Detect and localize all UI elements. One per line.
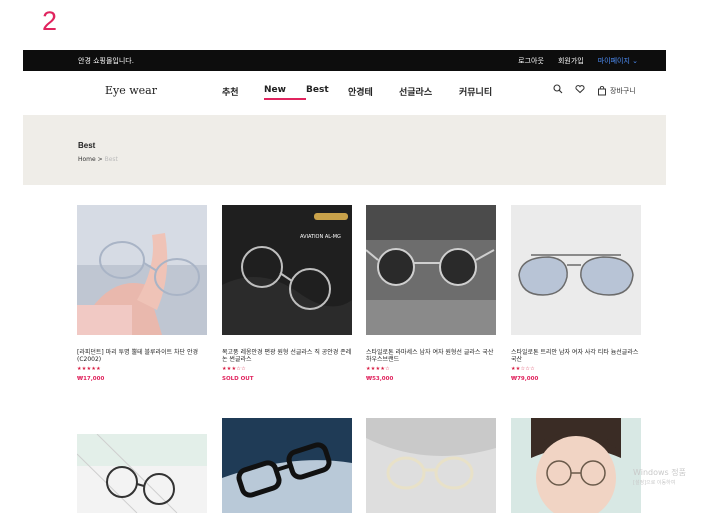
category-menu: 추천 New Best 안경테 선글라스 커뮤니티 bbox=[222, 85, 509, 100]
product-name[interactable]: 스타일로톤 트리안 남자 여자 사각 티타 늄선글라스 국산 bbox=[511, 349, 641, 363]
product-card[interactable] bbox=[511, 418, 641, 513]
logout-link[interactable]: 로그아웃 bbox=[518, 56, 544, 66]
product-card[interactable]: 스타일로톤 트리안 남자 여자 사각 티타 늄선글라스 국산 ★★☆☆☆ ₩79… bbox=[511, 205, 641, 382]
mypage-link[interactable]: 마이페이지 ⌄ bbox=[598, 56, 638, 66]
watermark-subtitle: [설정]으로 이동하여 bbox=[633, 480, 676, 486]
product-image[interactable] bbox=[77, 205, 207, 335]
product-image[interactable] bbox=[511, 205, 641, 335]
product-image[interactable] bbox=[222, 418, 352, 513]
top-notice-bar: 안경 쇼핑몰입니다. 로그아웃 회원가입 마이페이지 ⌄ bbox=[23, 50, 666, 71]
product-price: ₩17,000 bbox=[77, 376, 105, 382]
page-title: Best bbox=[78, 141, 96, 150]
breadcrumb-current: Best bbox=[104, 156, 118, 163]
product-image[interactable] bbox=[366, 418, 496, 513]
product-price: ₩53,000 bbox=[366, 376, 394, 382]
product-card[interactable] bbox=[222, 418, 352, 513]
product-image[interactable] bbox=[77, 434, 207, 513]
product-card[interactable] bbox=[77, 434, 207, 513]
brand-logo[interactable]: Eye wear bbox=[105, 84, 157, 97]
product-card[interactable]: 스타일로톤 라마세스 남자 여자 원형선 글라스 국산 하우스브랜드 ★★★★☆… bbox=[366, 205, 496, 382]
cart-button[interactable]: 장바구니 bbox=[597, 84, 636, 97]
nav-item-community[interactable]: 커뮤니티 bbox=[459, 85, 509, 100]
search-icon[interactable] bbox=[553, 84, 563, 97]
rating-stars: ★★★★☆ bbox=[366, 366, 390, 372]
svg-text:AVIATION AL-MG: AVIATION AL-MG bbox=[300, 234, 341, 240]
main-navigation: Eye wear 추천 New Best 안경테 선글라스 커뮤니티 장바구니 bbox=[23, 71, 666, 111]
product-name[interactable]: 스타일로톤 라마세스 남자 여자 원형선 글라스 국산 하우스브랜드 bbox=[366, 349, 496, 363]
product-card[interactable]: [라피던트] 마리 투명 뿔테 블루라이트 차단 안경 (C2002) ★★★★… bbox=[77, 205, 207, 382]
cart-label: 장바구니 bbox=[610, 86, 636, 95]
product-name[interactable]: 복고풍 레옹안경 편광 원형 선글라스 직 공안경 존레논 썬글라스 bbox=[222, 349, 352, 363]
watermark-title: Windows 정품 bbox=[633, 468, 686, 477]
product-image[interactable] bbox=[511, 418, 641, 513]
product-price: ₩79,000 bbox=[511, 376, 539, 382]
nav-item-best[interactable]: Best bbox=[306, 85, 348, 100]
rating-stars: ★★★★★ bbox=[77, 366, 101, 372]
breadcrumb-home[interactable]: Home bbox=[78, 156, 96, 163]
product-name[interactable]: [라피던트] 마리 투명 뿔테 블루라이트 차단 안경 (C2002) bbox=[77, 349, 207, 363]
product-card[interactable] bbox=[366, 418, 496, 513]
breadcrumb-separator: > bbox=[97, 156, 103, 163]
heart-icon[interactable] bbox=[575, 84, 585, 97]
nav-item-frames[interactable]: 안경테 bbox=[348, 85, 399, 100]
bag-icon bbox=[598, 85, 606, 95]
product-image[interactable]: AVIATION AL-MG bbox=[222, 205, 352, 335]
product-card[interactable]: AVIATION AL-MG 복고풍 레옹안경 편광 원형 선글라스 직 공안경… bbox=[222, 205, 352, 382]
account-links: 로그아웃 회원가입 마이페이지 ⌄ bbox=[518, 56, 638, 66]
breadcrumb: Home > Best bbox=[78, 156, 118, 163]
signup-link[interactable]: 회원가입 bbox=[558, 56, 584, 66]
nav-item-new[interactable]: New bbox=[264, 85, 306, 100]
nav-item-sunglasses[interactable]: 선글라스 bbox=[399, 85, 459, 100]
product-image[interactable] bbox=[366, 205, 496, 335]
rating-stars: ★★☆☆☆ bbox=[511, 366, 535, 372]
windows-activation-watermark: Windows 정품 [설정]으로 이동하여 bbox=[633, 468, 686, 488]
shop-notice: 안경 쇼핑몰입니다. bbox=[78, 57, 134, 65]
page-header-banner: Best Home > Best bbox=[23, 115, 666, 185]
nav-item-recommend[interactable]: 추천 bbox=[222, 85, 264, 100]
page-number: 2 bbox=[42, 6, 58, 36]
product-price: SOLD OUT bbox=[222, 376, 254, 382]
utility-icons: 장바구니 bbox=[553, 84, 636, 97]
rating-stars: ★★★☆☆ bbox=[222, 366, 246, 372]
